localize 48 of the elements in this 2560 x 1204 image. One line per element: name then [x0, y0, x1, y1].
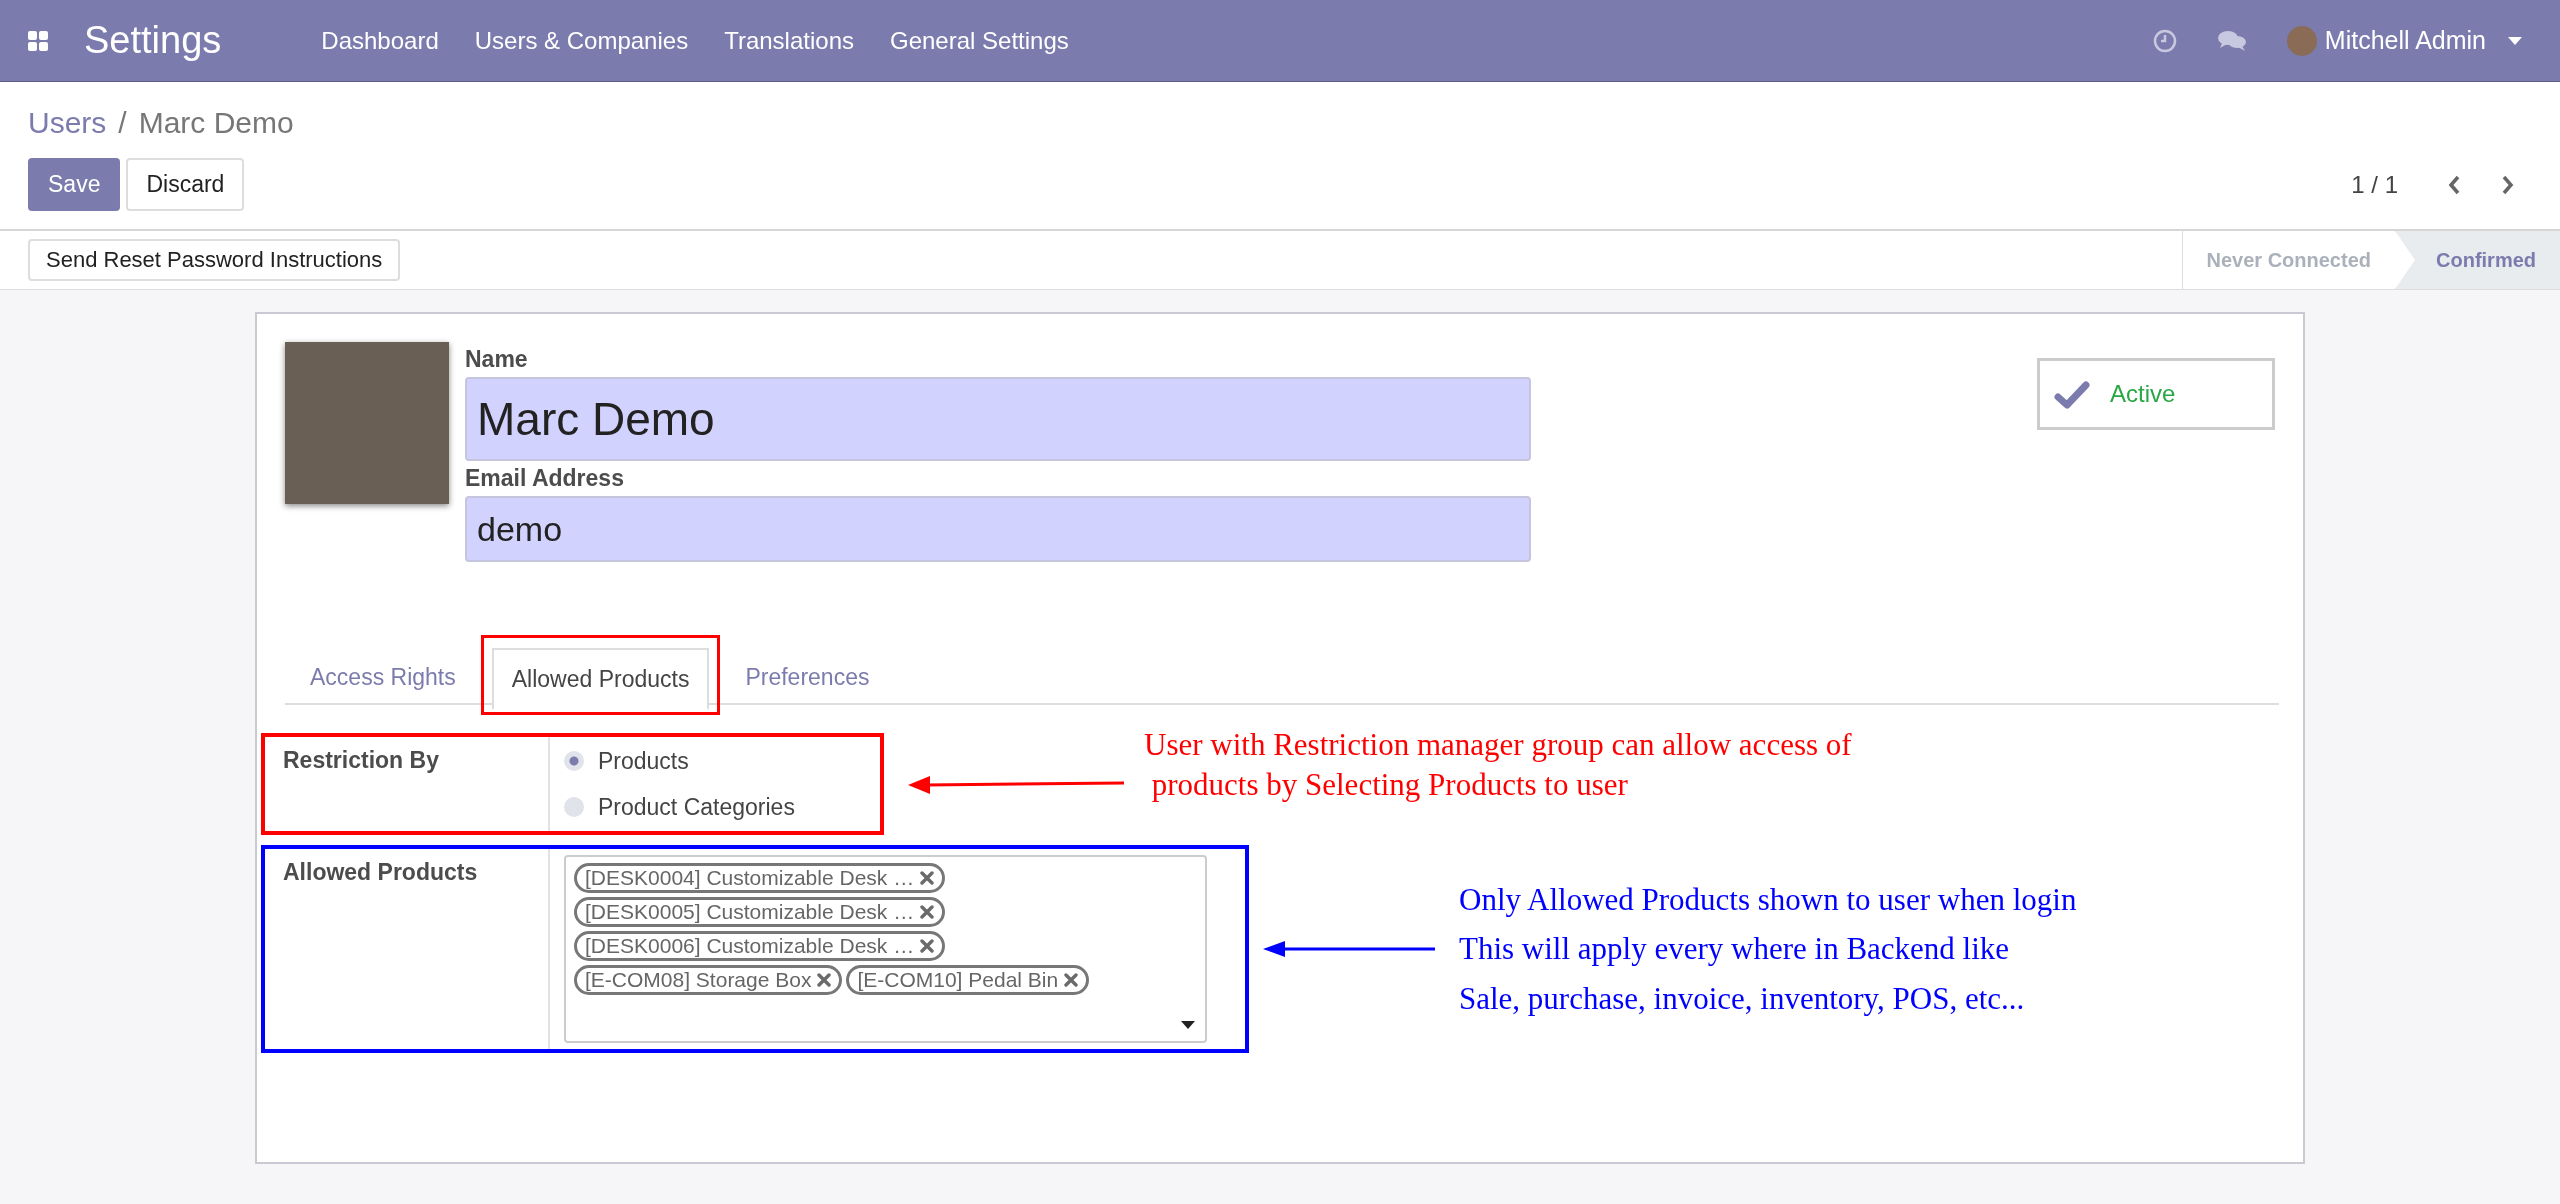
menu-item[interactable]: Users & Companies [474, 26, 689, 55]
save-button[interactable]: Save [28, 158, 121, 211]
reset-password-button[interactable]: Send Reset Password Instructions [28, 239, 401, 281]
breadcrumb-link[interactable]: Users [28, 106, 107, 140]
user-menu[interactable]: Mitchell Admin [2324, 26, 2486, 55]
status-stage[interactable]: Confirmed [2395, 231, 2560, 289]
tab[interactable]: Allowed Products [491, 648, 710, 710]
breadcrumb-separator: / [118, 106, 127, 140]
tab[interactable]: Access Rights [296, 648, 470, 706]
radio-button[interactable] [564, 751, 584, 771]
email-field[interactable]: demo [465, 496, 1531, 562]
chevron-left-icon[interactable] [2448, 174, 2460, 195]
field-label: Email Address [465, 465, 625, 492]
field-label: Restriction By [283, 747, 439, 773]
name-field[interactable]: Marc Demo [465, 377, 1531, 461]
field-label: Allowed Products [283, 859, 478, 885]
tab[interactable]: Preferences [731, 648, 884, 706]
product-tag: [DESK0006] Customizable Desk … [574, 931, 946, 961]
caret-icon[interactable] [2508, 36, 2522, 45]
dropdown-caret-icon[interactable] [1181, 1021, 1195, 1029]
radio-option[interactable]: Product Categories [564, 787, 795, 827]
radio-option[interactable]: Products [564, 741, 795, 781]
tags-field[interactable]: [DESK0004] Customizable Desk … [DESK0005] Customizable Desk … [DESK0006] Customizable Desk … [E-COM08] Storage Box [E-COM10] Pedal Bin [564, 855, 1207, 1043]
product-tag: [DESK0005] Customizable Desk … [574, 897, 946, 927]
annotation-text: Only Allowed Products shown to user when login This will apply every where in Backend like Sale, purchase, invoice, inventory, POS, etc... [1459, 880, 2077, 1018]
remove-icon[interactable] [1064, 973, 1079, 987]
annotation-text: User with Restriction manager group can allow access of products by Selecting Products to user [1144, 726, 1852, 805]
breadcrumb-current: Marc Demo [138, 106, 294, 140]
app-title: Settings [84, 19, 222, 62]
menu-item[interactable]: Translations [724, 26, 854, 55]
radio-button[interactable] [564, 797, 584, 817]
menu-item[interactable]: General Settings [890, 26, 1069, 55]
remove-icon[interactable] [920, 905, 935, 919]
chevron-right-icon[interactable] [2502, 174, 2514, 195]
product-tag: [E-COM08] Storage Box [574, 965, 843, 995]
remove-icon[interactable] [920, 939, 935, 953]
pager-counter: 1 / 1 [2351, 170, 2398, 199]
product-tag: [E-COM10] Pedal Bin [846, 965, 1090, 995]
product-tag: [DESK0004] Customizable Desk … [574, 863, 946, 893]
status-stage[interactable]: Never Connected [2181, 231, 2395, 289]
active-toggle-button[interactable]: Active [2037, 358, 2275, 430]
menu-item[interactable]: Dashboard [321, 26, 439, 55]
avatar [2286, 25, 2317, 56]
field-label: Name [465, 346, 529, 373]
remove-icon[interactable] [920, 871, 935, 885]
apps-grid-icon[interactable] [28, 30, 48, 51]
discard-button[interactable]: Discard [126, 158, 245, 211]
remove-icon[interactable] [817, 973, 832, 987]
